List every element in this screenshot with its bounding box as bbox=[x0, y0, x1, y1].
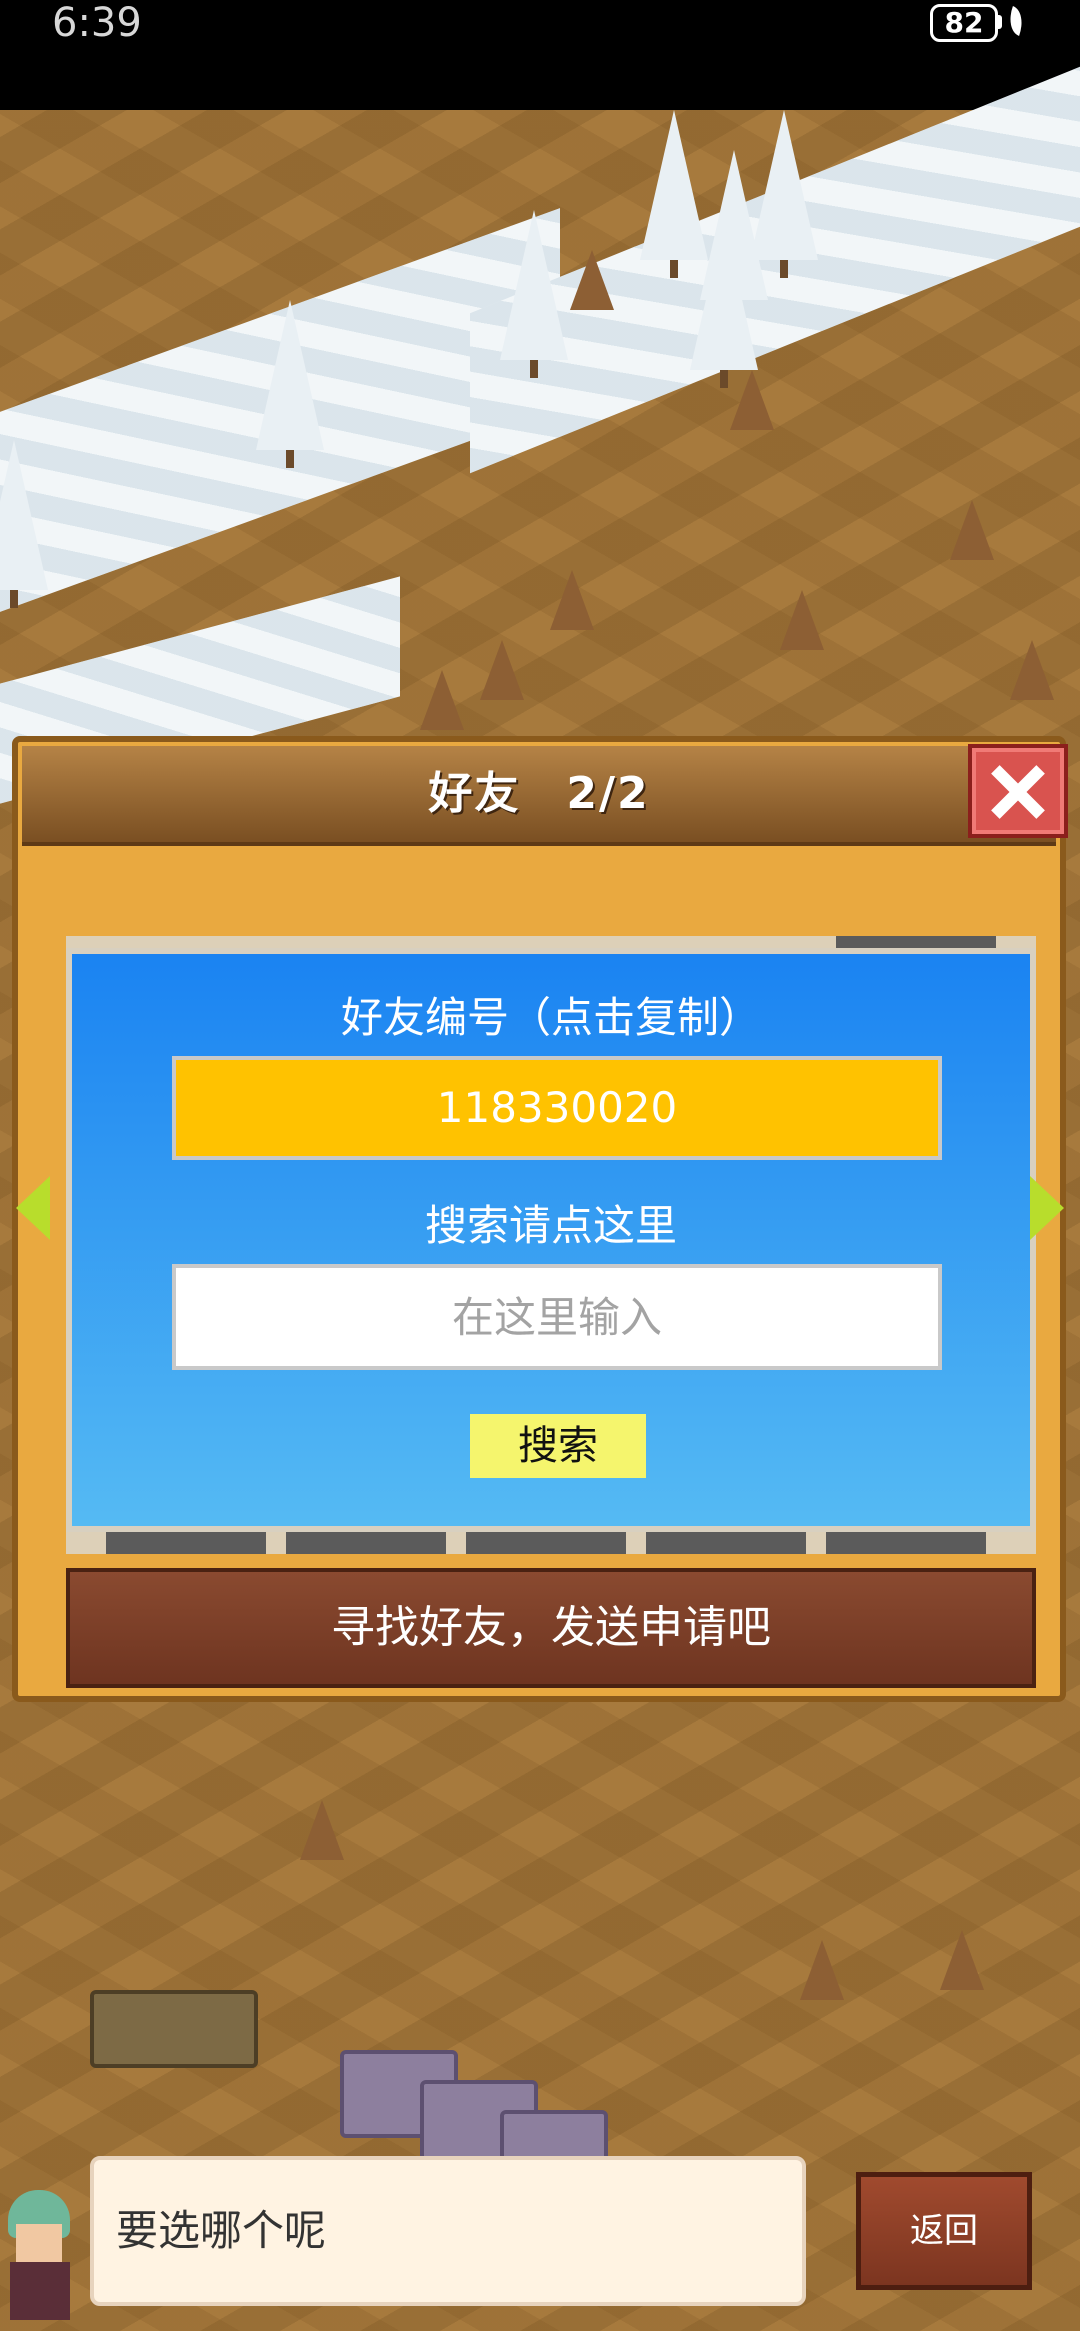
dialog-header: 好友 2/2 bbox=[22, 746, 1056, 846]
rock bbox=[940, 1930, 984, 1990]
rock bbox=[800, 1940, 844, 2000]
status-bar: 6:39 82 bbox=[0, 0, 1080, 110]
battery-tip bbox=[996, 15, 1002, 29]
tab-indicator bbox=[836, 936, 996, 948]
speech-bubble: 要选哪个呢 bbox=[90, 2156, 806, 2306]
leaf-icon bbox=[1004, 6, 1028, 36]
rock bbox=[480, 640, 524, 700]
page-tab[interactable] bbox=[286, 1532, 446, 1554]
tree bbox=[0, 440, 48, 608]
rock bbox=[1010, 640, 1054, 700]
search-button[interactable]: 搜索 bbox=[470, 1414, 646, 1478]
rock bbox=[730, 370, 774, 430]
avatar bbox=[0, 2190, 80, 2320]
back-button[interactable]: 返回 bbox=[856, 2172, 1032, 2290]
close-icon[interactable] bbox=[968, 744, 1068, 838]
tree bbox=[690, 220, 758, 388]
tree bbox=[256, 300, 324, 468]
dialog-title: 好友 2/2 bbox=[428, 768, 650, 819]
page-tab[interactable] bbox=[646, 1532, 806, 1554]
battery-icon: 82 bbox=[930, 4, 998, 42]
tab-strip-top bbox=[66, 936, 1036, 948]
rock bbox=[780, 590, 824, 650]
search-label: 搜索请点这里 bbox=[424, 1201, 677, 1250]
speech-text: 要选哪个呢 bbox=[116, 2206, 327, 2255]
avatar-body bbox=[10, 2262, 70, 2320]
right-arrow-icon[interactable] bbox=[1030, 1176, 1064, 1240]
page-tab[interactable] bbox=[466, 1532, 626, 1554]
avatar-face bbox=[16, 2224, 62, 2262]
tree bbox=[750, 110, 818, 278]
search-input[interactable] bbox=[172, 1264, 942, 1370]
friend-id-panel: 好友编号（点击复制） 118330020 搜索请点这里 搜索 bbox=[66, 948, 1036, 1532]
find-friends-button[interactable]: 寻找好友，发送申请吧 bbox=[66, 1568, 1036, 1688]
friends-dialog: 好友 2/2 好友编号（点击复制） 118330020 搜索请点这里 搜索 寻找… bbox=[12, 736, 1068, 1702]
rock bbox=[420, 670, 464, 730]
tree bbox=[500, 210, 568, 378]
page-tab[interactable] bbox=[106, 1532, 266, 1554]
rock bbox=[550, 570, 594, 630]
friend-id-label: 好友编号（点击复制） bbox=[340, 993, 761, 1042]
tab-strip-bottom bbox=[66, 1532, 1036, 1554]
status-time: 6:39 bbox=[52, 0, 142, 46]
left-arrow-icon[interactable] bbox=[16, 1176, 50, 1240]
building[interactable] bbox=[90, 1990, 258, 2068]
friend-id-copy-box[interactable]: 118330020 bbox=[172, 1056, 942, 1160]
rock bbox=[300, 1800, 344, 1860]
page-tab[interactable] bbox=[826, 1532, 986, 1554]
rock bbox=[950, 500, 994, 560]
rock bbox=[570, 250, 614, 310]
